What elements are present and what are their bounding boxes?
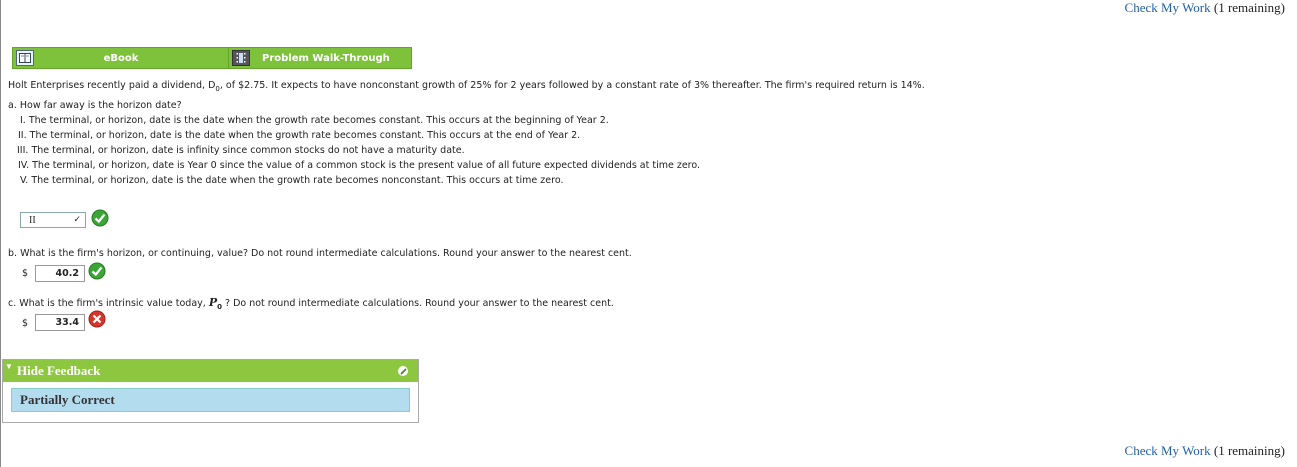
ebook-button[interactable]: eBook [12,47,230,69]
problem-walkthrough-button[interactable]: Problem Walk-Through [228,47,412,69]
check-my-work-link[interactable]: Check My Work [1125,443,1211,458]
part-c-prefix: c. What is the firm's intrinsic value to… [8,298,209,309]
correct-check-icon [88,262,106,280]
remaining-count: (1 remaining) [1213,0,1285,15]
option-5: V. The terminal, or horizon, date is the… [20,175,564,186]
part-b-currency: $ [22,268,29,279]
ebook-label: eBook [103,52,139,64]
option-2: II. The terminal, or horizon, date is th… [18,130,581,141]
selected-value: II [29,214,36,226]
check-my-work-top[interactable]: Check My Work (1 remaining) [1125,0,1285,16]
film-icon [232,50,250,66]
intrinsic-value-input[interactable]: 33.4 [35,314,85,331]
part-c-question: c. What is the firm's intrinsic value to… [8,296,614,311]
option-4: IV. The terminal, or horizon, date is Ye… [18,160,701,171]
correct-check-icon [91,209,109,227]
problem-statement: Holt Enterprises recently paid a dividen… [8,80,925,93]
chevron-down-icon: ✓ [73,214,81,224]
intro-prefix: Holt Enterprises recently paid a dividen… [8,80,216,91]
check-my-work-bottom[interactable]: Check My Work (1 remaining) [1125,443,1285,459]
check-my-work-link[interactable]: Check My Work [1125,0,1211,15]
part-c-suffix: ? Do not round intermediate calculations… [221,298,614,309]
incorrect-x-icon [88,310,106,328]
option-3: III. The terminal, or horizon, date is i… [17,145,465,156]
horizon-value-input[interactable]: 40.2 [35,265,85,282]
collapse-triangle-icon: ▼ [5,362,13,371]
feedback-panel: ▼ Hide Feedback Partially Correct [2,359,419,423]
option-1: I. The terminal, or horizon, date is the… [20,115,609,126]
part-c-currency: $ [22,318,29,329]
part-b-question: b. What is the firm's horizon, or contin… [8,248,632,259]
horizon-date-select[interactable]: II ✓ [20,212,86,228]
hide-feedback-label: Hide Feedback [17,363,101,378]
price-symbol: P [208,296,218,309]
remaining-count: (1 remaining) [1213,443,1285,458]
hide-feedback-toggle[interactable]: ▼ Hide Feedback [3,360,418,382]
walkthrough-label: Problem Walk-Through [262,52,390,64]
pencil-icon[interactable] [398,366,408,376]
feedback-result: Partially Correct [11,388,410,412]
left-border [0,0,1,467]
intro-suffix: , of $2.75. It expects to have nonconsta… [219,80,925,91]
part-a-question: a. How far away is the horizon date? [8,100,182,111]
